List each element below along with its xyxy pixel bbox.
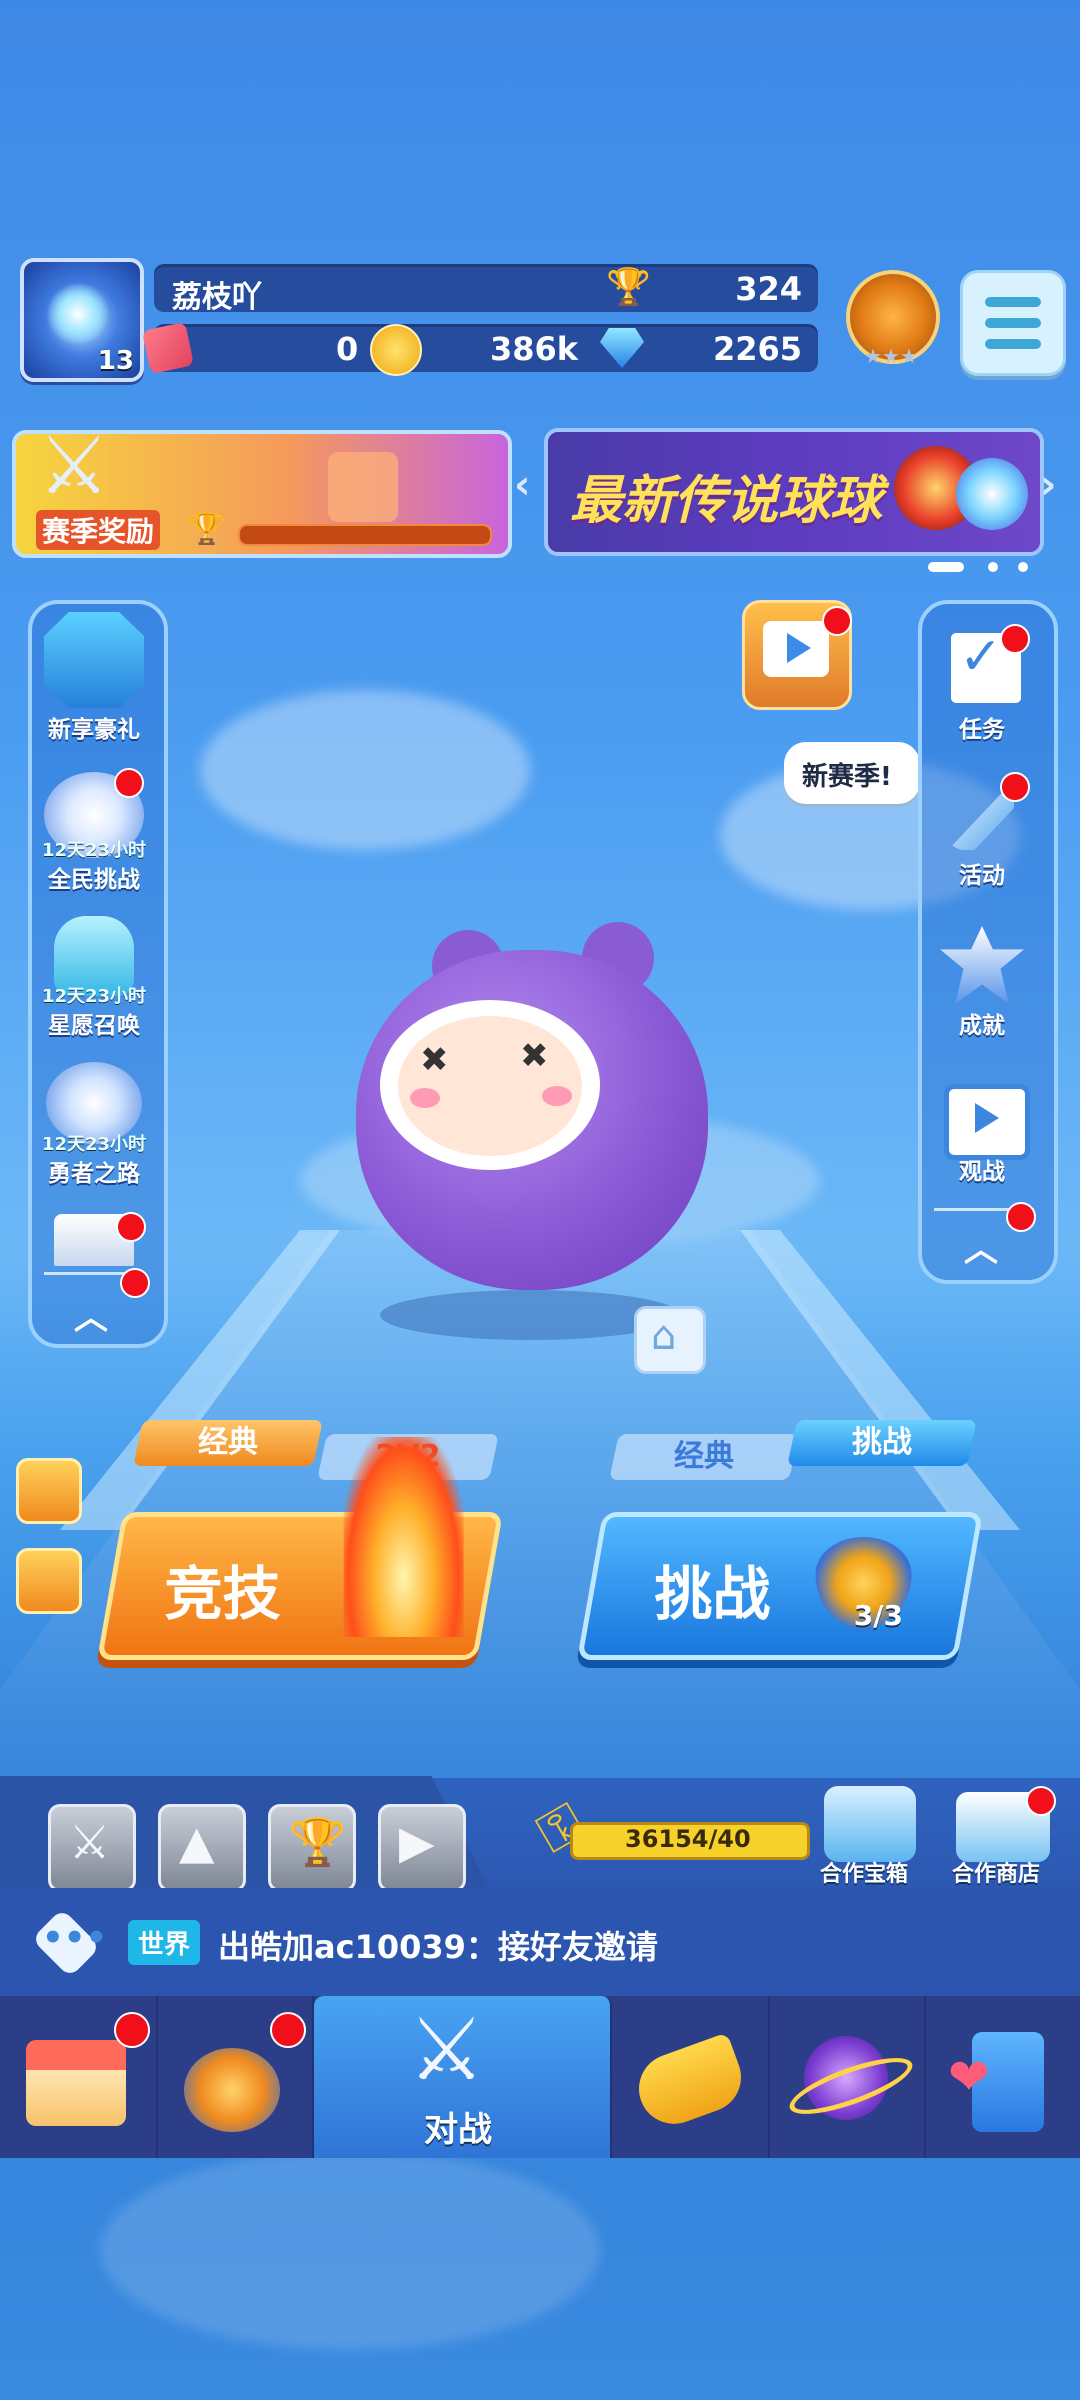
left-tab-classic[interactable]: 经典 [133, 1420, 323, 1466]
right-item-spectate[interactable]: 观战 [912, 1152, 1052, 1186]
challenge-count: 3/3 [853, 1599, 904, 1632]
player-avatar[interactable]: 13 [20, 258, 144, 382]
flaming-swords-icon [343, 1437, 464, 1637]
chat-dots-icon: ••• [42, 1918, 108, 1958]
tool-button-4[interactable]: ▶ [378, 1804, 466, 1892]
nav-planet[interactable] [768, 1996, 926, 2158]
heart-icon: ❤ [948, 2048, 990, 2106]
chat-message: 出皓加ac10039：接好友邀请 [218, 1928, 658, 1966]
season-reward-banner[interactable]: ⚔ 赛季奖励 🏆 [12, 419, 512, 558]
video-icon: ▶ [399, 1815, 435, 1869]
banner-prev-icon[interactable]: ‹ [514, 462, 530, 508]
wave-ball-icon [956, 458, 1028, 530]
tool-button-1[interactable]: ⚔ [48, 1804, 136, 1892]
nav-balls[interactable] [156, 1996, 314, 2158]
chat-channel-tag[interactable]: 世界 [128, 1920, 201, 1965]
notify-dot [822, 606, 852, 636]
wardrobe-button[interactable]: ⌂ [634, 1306, 706, 1374]
right-item-achievement[interactable]: 成就 [912, 1006, 1052, 1040]
arena-mode-button[interactable]: 竞技 [96, 1437, 504, 1660]
trophy-up-icon[interactable] [16, 1548, 82, 1614]
nav-battle[interactable]: ⚔ 对战 [314, 1996, 612, 2158]
trophy-icon: 🏆 [606, 267, 651, 308]
trophy-icon: 🏆 [289, 1815, 347, 1869]
arena-mode-label: 竞技 [164, 1560, 281, 1628]
key-progress-bar: 36154/40 [570, 1822, 810, 1860]
hanger-icon: ⌂ [651, 1313, 677, 1359]
notify-dot [114, 2012, 150, 2048]
collapse-up-icon[interactable]: ︿ [964, 1222, 998, 1271]
speech-bubble-text: 新赛季! [802, 762, 892, 792]
ball-collection-icon [184, 2048, 280, 2132]
nav-whistle[interactable] [612, 1996, 770, 2158]
challenge-mode-button[interactable]: 挑战 3/3 [576, 1512, 984, 1660]
left-item-star-wish[interactable]: 星愿召唤 [24, 1006, 164, 1040]
trophy-count: 324 [735, 270, 802, 308]
notify-dot [1006, 1202, 1036, 1232]
coin-stack-icon [328, 452, 398, 522]
left-item-timer: 12天23小时 [41, 1134, 147, 1155]
orb-icon [46, 282, 110, 346]
triangle-logo-icon: ▲ [179, 1815, 215, 1869]
notify-dot [116, 1212, 146, 1242]
season-progress-bar [238, 524, 492, 546]
coop-shop-label[interactable]: 合作商店 [952, 1856, 1040, 1888]
tool-button-3[interactable]: 🏆 [268, 1804, 356, 1892]
tool-button-2[interactable]: ▲ [158, 1804, 246, 1892]
ticket-icon[interactable] [141, 321, 195, 375]
currency-bar: 0 386k 2265 [141, 321, 818, 376]
player-level: 13 [97, 346, 134, 376]
notify-dot [1000, 772, 1030, 802]
ticket-count: 0 [336, 330, 359, 368]
whistle-icon [629, 2032, 751, 2134]
coin-up-icon[interactable] [16, 1458, 82, 1524]
crossed-swords-icon: ⚔ [408, 2000, 486, 2100]
left-item-newbie-gift[interactable]: 新享豪礼 [24, 710, 164, 744]
nav-social[interactable]: ❤ [924, 1996, 1080, 2158]
crossed-swords-icon: ⚔ [38, 419, 110, 512]
notify-dot [1000, 624, 1030, 654]
trophy-icon: 🏆 [188, 512, 226, 547]
nav-shop[interactable] [0, 1996, 158, 2158]
left-item-all-challenge[interactable]: 全民挑战 [24, 860, 164, 894]
gift-lotus-icon[interactable] [44, 612, 144, 708]
key-progress-text: 36154/40 [625, 1825, 751, 1853]
coop-chest-label[interactable]: 合作宝箱 [820, 1856, 908, 1888]
gem-icon[interactable] [600, 328, 644, 368]
season-reward-label: 赛季奖励 [36, 510, 161, 550]
challenge-mode-label: 挑战 [654, 1560, 771, 1628]
sword-shield-icon: ⚔ [69, 1815, 111, 1869]
coin-icon[interactable] [370, 324, 422, 376]
shop-store-icon [26, 2040, 126, 2126]
watch-tv-icon[interactable] [944, 1084, 1030, 1160]
right-tab-classic[interactable]: 经典 [609, 1434, 799, 1480]
right-item-task[interactable]: 任务 [912, 710, 1052, 744]
nav-battle-label: 对战 [424, 2110, 492, 2150]
notify-dot [120, 1268, 150, 1298]
notify-dot [270, 2012, 306, 2048]
rank-stars: ★★★ [864, 344, 918, 368]
gem-count: 2265 [712, 330, 802, 368]
legend-ball-title: 最新传说球球 [570, 471, 883, 531]
notify-dot [1026, 1786, 1056, 1816]
menu-icon [985, 297, 1041, 307]
notify-dot [114, 768, 144, 798]
name-bar: 荔枝吖 🏆 324 [154, 264, 818, 315]
speech-bubble: 新赛季! [784, 742, 920, 804]
legend-ball-banner[interactable]: 最新传说球球 [544, 428, 1044, 556]
player-name: 荔枝吖 [172, 280, 262, 315]
right-item-activity[interactable]: 活动 [912, 856, 1052, 890]
menu-button[interactable] [960, 270, 1066, 376]
right-tab-challenge[interactable]: 挑战 [787, 1420, 977, 1466]
coin-count: 386k [490, 330, 579, 368]
left-item-hero-road[interactable]: 勇者之路 [24, 1154, 164, 1188]
banner-next-icon[interactable]: › [1040, 462, 1056, 508]
coop-chest-icon[interactable] [824, 1786, 916, 1862]
left-item-timer: 12天23小时 [41, 840, 147, 861]
character-face: ✖ ✖ [380, 1000, 600, 1170]
left-item-timer: 12天23小时 [41, 986, 147, 1007]
collapse-up-icon[interactable]: ︿ [74, 1290, 108, 1339]
